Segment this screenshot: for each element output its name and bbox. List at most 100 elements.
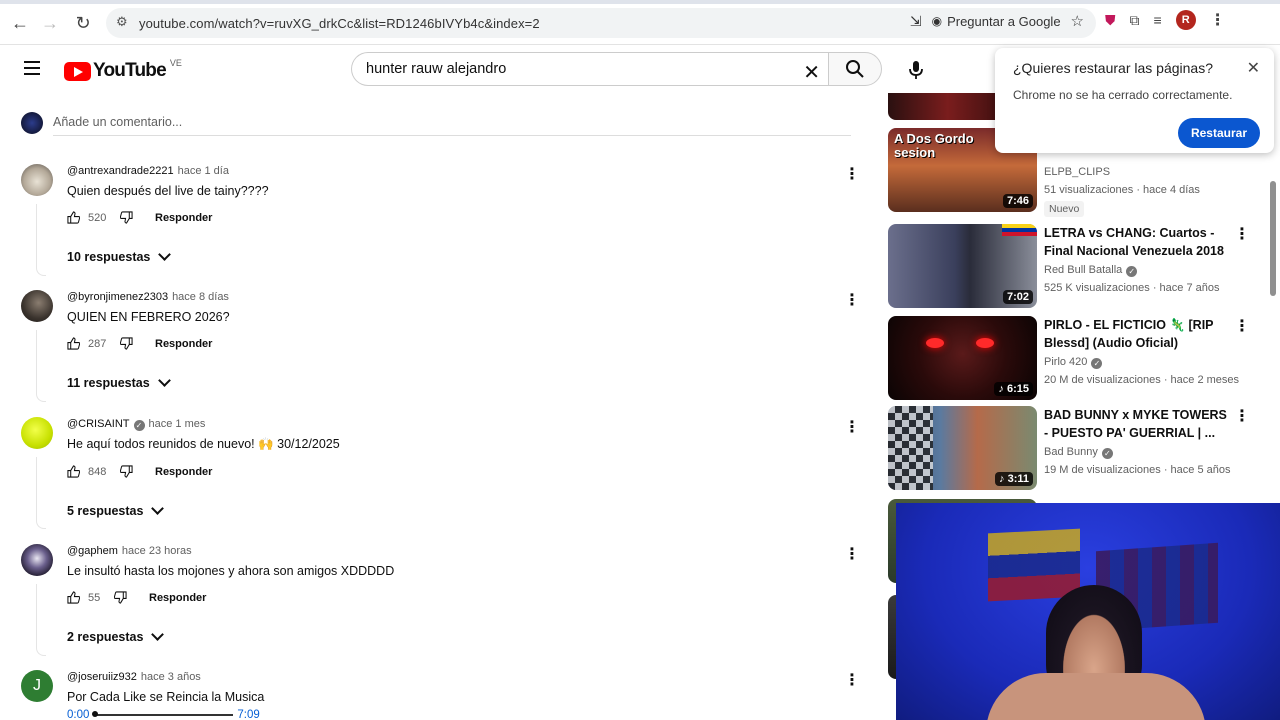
thumbnail-caption: A Dos Gordo sesion xyxy=(894,131,974,160)
comment-time[interactable]: hace 3 años xyxy=(141,671,201,683)
comment-text: He aquí todos reunidos de nuevo! 🙌 30/12… xyxy=(67,437,340,451)
install-app-icon[interactable]: ⇲ xyxy=(910,13,922,30)
video-thumbnail[interactable]: 7:02 xyxy=(888,224,1037,308)
chevron-down-icon xyxy=(158,248,172,261)
video-title[interactable]: BAD BUNNY x MYKE TOWERS - PUESTO PA' GUE… xyxy=(1044,406,1228,442)
video-meta: 525 K visualizaciones · hace 7 años xyxy=(1044,282,1220,294)
video-title[interactable]: PIRLO - EL FICTICIO 🦎 [RIP Blessd] (Audi… xyxy=(1044,316,1228,352)
avatar[interactable]: J xyxy=(21,670,53,702)
comment-menu-icon[interactable]: ⋮ xyxy=(844,544,860,564)
video-title[interactable]: LETRA vs CHANG: Cuartos - Final Nacional… xyxy=(1044,224,1228,260)
dislike-icon[interactable] xyxy=(120,337,133,350)
view-replies-button[interactable]: 2 respuestas xyxy=(67,628,165,644)
video-thumbnail[interactable]: ♪ 3:11 xyxy=(888,406,1037,490)
reply-button[interactable]: Responder xyxy=(155,466,212,478)
audio-progress[interactable]: 0:00 7:09 xyxy=(67,709,260,720)
restore-pages-dialog: ¿Quieres restaurar las páginas? Chrome n… xyxy=(995,48,1274,153)
video-duration: 7:02 xyxy=(1002,290,1033,304)
video-card[interactable]: 7:02 LETRA vs CHANG: Cuartos - Final Nac… xyxy=(888,224,1280,308)
voice-search-button[interactable] xyxy=(898,52,934,88)
video-thumbnail[interactable]: ♪ 6:15 xyxy=(888,316,1037,400)
video-channel-row[interactable]: Pirlo 420 ✓ xyxy=(1044,356,1103,369)
like-count: 520 xyxy=(88,211,107,224)
reply-button[interactable]: Responder xyxy=(149,592,206,604)
address-bar[interactable]: ⚙ youtube.com/watch?v=ruvXG_drkCc&list=R… xyxy=(106,8,1096,38)
search-button[interactable] xyxy=(828,52,882,86)
comment-menu-icon[interactable]: ⋮ xyxy=(844,290,860,310)
video-channel[interactable]: ELPB_CLIPS xyxy=(1044,166,1110,178)
hamburger-menu-icon[interactable] xyxy=(24,61,40,75)
video-menu-icon[interactable]: ⋮ xyxy=(1234,406,1250,426)
profile-avatar[interactable]: R xyxy=(1175,10,1196,30)
like-icon[interactable] xyxy=(67,591,80,604)
video-channel[interactable]: Bad Bunny xyxy=(1044,446,1098,458)
ask-google-button[interactable]: ◉ Preguntar a Google xyxy=(932,14,1061,29)
replies-count: 10 respuestas xyxy=(67,250,151,264)
video-menu-icon[interactable]: ⋮ xyxy=(1234,316,1250,336)
ask-google-label: Preguntar a Google xyxy=(947,13,1061,29)
comment-author[interactable]: @byronjimenez2303 xyxy=(67,291,168,303)
music-note-icon: ♪ xyxy=(998,383,1007,395)
restore-button[interactable]: Restaurar xyxy=(1177,118,1260,148)
view-replies-button[interactable]: 10 respuestas xyxy=(67,248,172,264)
progress-bar[interactable] xyxy=(92,711,234,717)
like-icon[interactable] xyxy=(67,465,80,478)
view-replies-button[interactable]: 5 respuestas xyxy=(67,502,165,518)
like-icon[interactable] xyxy=(67,211,80,224)
bookmark-star-icon[interactable]: ☆ xyxy=(1071,12,1084,30)
scrollbar-thumb[interactable] xyxy=(1270,181,1276,296)
verified-icon: ✓ xyxy=(1101,448,1113,459)
extension-shield-icon[interactable]: ⛊ xyxy=(1105,12,1116,29)
video-card[interactable]: ♪ 6:15 PIRLO - EL FICTICIO 🦎 [RIP Blessd… xyxy=(888,316,1280,400)
webcam-overlay xyxy=(896,503,1280,720)
youtube-logo[interactable]: YouTube VE xyxy=(64,58,182,82)
forward-icon[interactable]: → xyxy=(34,7,66,39)
extensions-puzzle-icon[interactable]: ⧉ xyxy=(1130,12,1140,29)
video-channel[interactable]: Pirlo 420 xyxy=(1044,356,1087,368)
comment-text: QUIEN EN FEBRERO 2026? xyxy=(67,310,230,324)
thread-line xyxy=(36,204,46,276)
back-icon[interactable]: ← xyxy=(4,7,36,39)
dislike-icon[interactable] xyxy=(120,465,133,478)
dislike-icon[interactable] xyxy=(120,211,133,224)
like-icon[interactable] xyxy=(67,337,80,350)
add-comment-field[interactable]: Añade un comentario... xyxy=(21,112,851,136)
comment-time[interactable]: hace 1 mes xyxy=(149,418,206,430)
reply-button[interactable]: Responder xyxy=(155,212,212,224)
dislike-icon[interactable] xyxy=(114,591,127,604)
avatar[interactable] xyxy=(21,544,53,576)
comment-menu-icon[interactable]: ⋮ xyxy=(844,670,860,690)
view-replies-button[interactable]: 11 respuestas xyxy=(67,374,171,390)
comment-author[interactable]: @gaphem xyxy=(67,545,118,557)
verified-icon: ✓ xyxy=(133,420,145,431)
country-code: VE xyxy=(169,58,182,68)
video-channel-row[interactable]: Red Bull Batalla ✓ xyxy=(1044,264,1138,277)
comment-author[interactable]: @joseruiiz932 xyxy=(67,671,137,683)
comment-time[interactable]: hace 23 horas xyxy=(122,545,192,557)
reload-icon[interactable]: ↻ xyxy=(67,7,99,39)
avatar[interactable] xyxy=(21,164,53,196)
clear-search-icon[interactable]: ✕ xyxy=(803,60,820,85)
comment-time[interactable]: hace 1 día xyxy=(178,165,229,177)
video-card[interactable]: ♪ 3:11 BAD BUNNY x MYKE TOWERS - PUESTO … xyxy=(888,406,1280,490)
chrome-menu-icon[interactable]: ⋮ xyxy=(1210,10,1226,30)
comment-menu-icon[interactable]: ⋮ xyxy=(844,417,860,437)
video-menu-icon[interactable]: ⋮ xyxy=(1234,224,1250,244)
avatar[interactable] xyxy=(21,417,53,449)
venezuela-flag xyxy=(988,528,1080,602)
reading-list-icon[interactable]: ≡ xyxy=(1154,12,1162,28)
microphone-icon xyxy=(909,61,923,79)
comment-menu-icon[interactable]: ⋮ xyxy=(844,164,860,184)
add-comment-underline xyxy=(53,135,851,136)
close-icon[interactable]: ✕ xyxy=(1247,58,1260,78)
video-channel-row[interactable]: Bad Bunny ✓ xyxy=(1044,446,1113,459)
search-input[interactable]: hunter rauw alejandro ✕ xyxy=(351,52,828,86)
comment-time[interactable]: hace 8 días xyxy=(172,291,229,303)
video-channel[interactable]: Red Bull Batalla xyxy=(1044,264,1122,276)
reply-button[interactable]: Responder xyxy=(155,338,212,350)
comment-author[interactable]: @CRISAINT xyxy=(67,418,130,430)
site-info-icon[interactable]: ⚙ xyxy=(116,14,128,30)
comment-author[interactable]: @antrexandrade2221 xyxy=(67,165,174,177)
avatar[interactable] xyxy=(21,290,53,322)
video-meta: 20 M de visualizaciones · hace 2 meses xyxy=(1044,374,1240,386)
